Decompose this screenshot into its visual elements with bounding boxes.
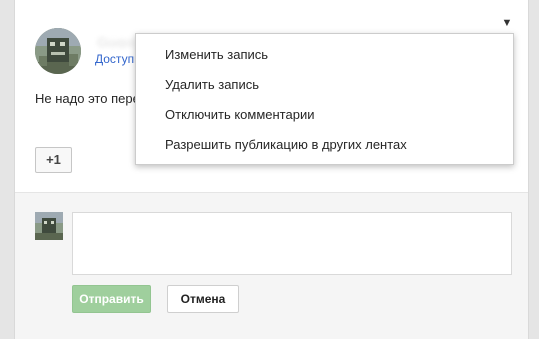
- plus-one-button[interactable]: +1: [35, 147, 72, 173]
- avatar-image: [35, 28, 81, 74]
- author-avatar[interactable]: [35, 28, 81, 74]
- menu-item-delete-post[interactable]: Удалить запись: [165, 75, 259, 95]
- cancel-comment-button[interactable]: Отмена: [167, 285, 239, 313]
- post-options-menu: Изменить запись Удалить запись Отключить…: [135, 33, 514, 165]
- comment-input[interactable]: [72, 212, 512, 275]
- chevron-down-icon[interactable]: ▼: [499, 16, 515, 30]
- menu-item-disable-comments[interactable]: Отключить комментарии: [165, 105, 314, 125]
- avatar-image: [35, 212, 63, 240]
- current-user-avatar: [35, 212, 63, 240]
- menu-item-allow-sharing[interactable]: Разрешить публикацию в других лентах: [165, 135, 407, 155]
- menu-item-edit-post[interactable]: Изменить запись: [165, 45, 268, 65]
- send-comment-button[interactable]: Отправить: [72, 285, 151, 313]
